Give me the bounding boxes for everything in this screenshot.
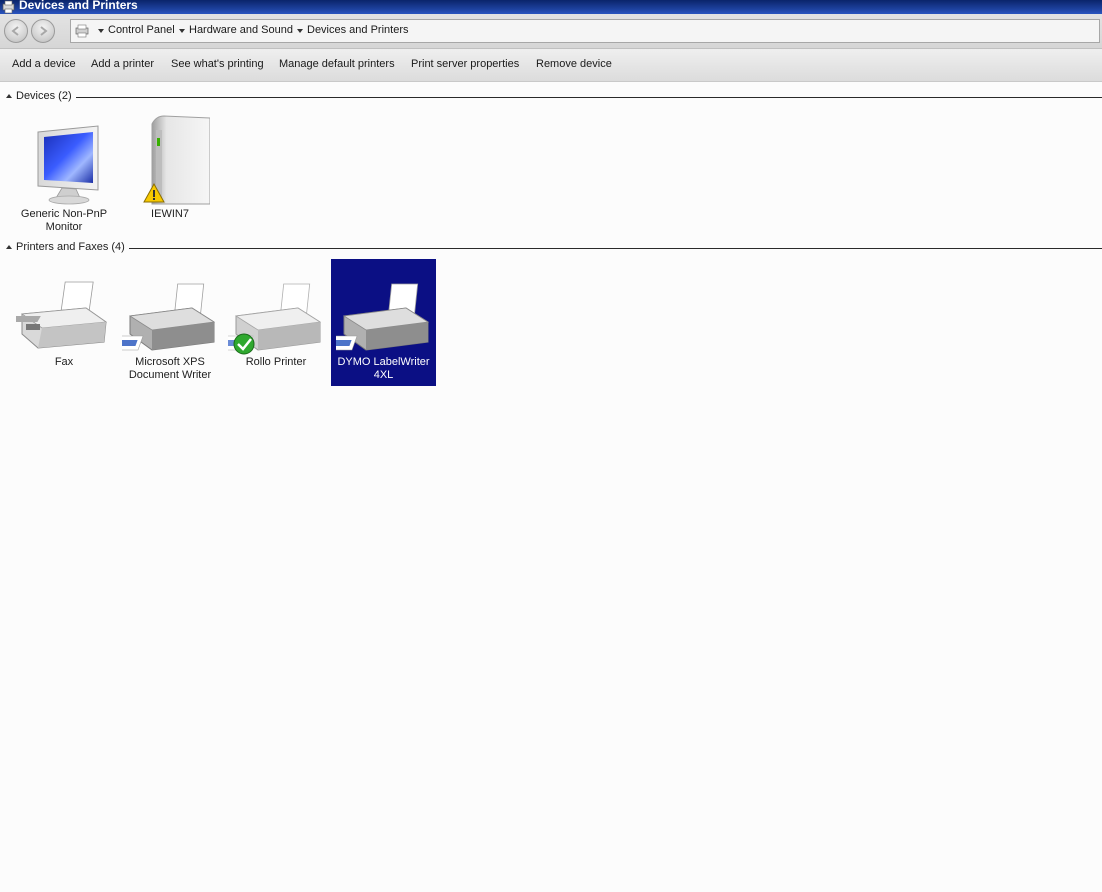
device-item-monitor[interactable]: Generic Non-PnP Monitor <box>12 112 116 234</box>
default-check-icon <box>233 333 255 355</box>
see-whats-printing-button[interactable]: See what's printing <box>171 58 264 70</box>
device-caption: IEWIN7 <box>151 208 189 220</box>
printer-caption: Rollo Printer <box>245 356 307 368</box>
crumb-hardware-and-sound[interactable]: Hardware and Sound <box>189 24 293 36</box>
command-bar: Add a device Add a printer See what's pr… <box>0 49 1102 82</box>
printer-item-dymo[interactable]: DYMO LabelWriter 4XL <box>331 259 436 386</box>
forward-button[interactable] <box>31 19 55 43</box>
devices-group-label: Devices (2) <box>16 90 77 102</box>
print-server-properties-button[interactable]: Print server properties <box>411 58 519 70</box>
crumb-control-panel[interactable]: Control Panel <box>108 24 175 36</box>
add-printer-button[interactable]: Add a printer <box>91 58 154 70</box>
manage-default-printers-button[interactable]: Manage default printers <box>279 58 395 70</box>
add-device-button[interactable]: Add a device <box>12 58 76 70</box>
printer-icon <box>122 283 216 351</box>
crumb-separator-icon[interactable] <box>98 29 104 33</box>
printers-group-label: Printers and Faxes (4) <box>16 241 130 253</box>
crumb-devices-and-printers[interactable]: Devices and Printers <box>307 24 409 36</box>
printer-item-rollo[interactable]: Rollo Printer <box>224 262 328 369</box>
address-field[interactable]: Control Panel Hardware and Sound Devices… <box>70 19 1100 43</box>
printer-item-fax[interactable]: Fax <box>12 262 116 369</box>
device-item-iewin7[interactable]: IEWIN7 <box>118 112 222 221</box>
printer-caption: DYMO LabelWriter 4XL <box>337 356 430 381</box>
computer-tower-icon <box>143 115 210 205</box>
printers-group-header[interactable]: Printers and Faxes (4) <box>0 241 1102 255</box>
printer-icon <box>228 283 322 355</box>
collapse-triangle-icon[interactable] <box>6 94 12 98</box>
remove-device-button[interactable]: Remove device <box>536 58 612 70</box>
back-arrow-icon <box>11 26 19 36</box>
printer-caption: Fax <box>54 356 74 368</box>
control-panel-icon <box>75 24 89 38</box>
group-divider <box>76 97 1102 98</box>
fax-icon <box>16 281 108 349</box>
printer-item-xps[interactable]: Microsoft XPS Document Writer <box>118 262 222 382</box>
window-title: Devices and Printers <box>19 0 138 12</box>
collapse-triangle-icon[interactable] <box>6 245 12 249</box>
crumb-separator-icon[interactable] <box>179 29 185 33</box>
printer-icon <box>335 283 429 351</box>
group-divider <box>129 248 1102 249</box>
device-caption: Generic Non-PnP Monitor <box>20 208 108 233</box>
crumb-separator-icon[interactable] <box>297 29 303 33</box>
forward-arrow-icon <box>40 26 48 36</box>
monitor-icon <box>37 125 99 205</box>
title-bar: Devices and Printers <box>0 0 1102 14</box>
back-button[interactable] <box>4 19 28 43</box>
printer-caption: Microsoft XPS Document Writer <box>128 356 212 381</box>
address-bar: Control Panel Hardware and Sound Devices… <box>0 14 1102 49</box>
devices-printers-icon <box>2 0 15 14</box>
devices-group-header[interactable]: Devices (2) <box>0 90 1102 104</box>
